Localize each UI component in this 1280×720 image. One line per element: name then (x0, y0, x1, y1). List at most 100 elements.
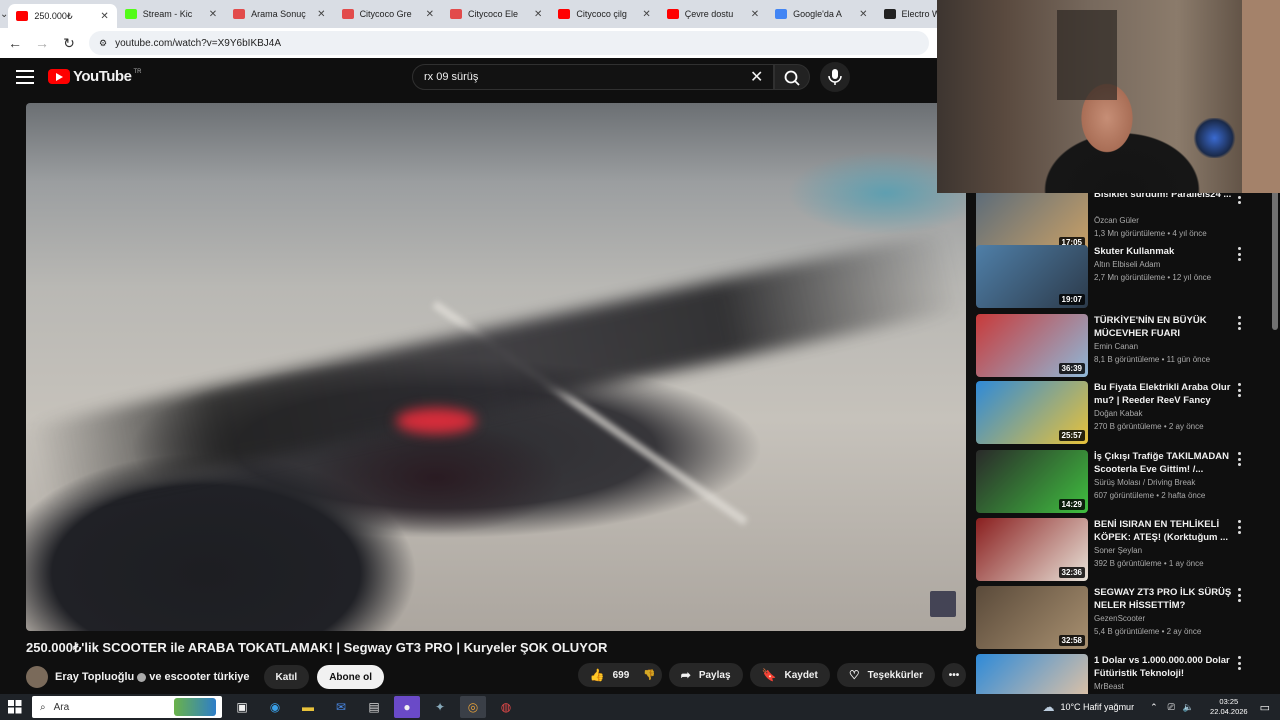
more-actions-button[interactable]: ••• (942, 663, 966, 687)
tab-close-icon[interactable]: ✕ (534, 9, 542, 20)
recommendation-channel[interactable]: Doğan Kabak (1094, 409, 1142, 418)
recommendation-item[interactable]: 19:07 Skuter Kullanmak Altın Elbiseli Adam… (970, 245, 1260, 309)
browser-tab[interactable]: Arama Sonuç ✕ (225, 2, 333, 26)
more-vertical-icon[interactable] (1236, 520, 1242, 534)
search-button[interactable] (774, 64, 810, 90)
recommendation-title[interactable]: TÜRKİYE'NİN EN BÜYÜK MÜCEVHER FUARI (1094, 314, 1234, 340)
scrollbar[interactable] (1272, 190, 1278, 330)
like-button[interactable]: 👍 699 👎 (577, 663, 662, 687)
thumbs-down-icon[interactable]: 👎 (643, 670, 655, 681)
voice-search-button[interactable] (820, 62, 850, 92)
recommendation-channel[interactable]: Özcan Güler (1094, 216, 1139, 225)
recommendation-title[interactable]: Bu Fiyata Elektrikli Araba Olur mu? | Re… (1094, 381, 1234, 407)
address-bar[interactable]: ⚙ youtube.com/watch?v=X9Y6bIKBJ4A (89, 31, 929, 55)
taskbar-search[interactable]: ⌕ Ara (32, 696, 222, 718)
video-thumbnail[interactable]: 32:58 (976, 586, 1088, 649)
recommendation-channel[interactable]: Soner Şeylan (1094, 546, 1142, 555)
channel-watermark[interactable] (930, 591, 956, 617)
chrome-icon[interactable]: ◎ (460, 696, 486, 718)
tab-close-icon[interactable]: ✕ (209, 9, 217, 20)
start-button[interactable] (0, 694, 30, 720)
tab-title: Stream - Kic (142, 9, 193, 19)
tab-close-icon[interactable]: ✕ (751, 9, 759, 20)
join-button[interactable]: Katıl (263, 665, 310, 689)
reload-icon[interactable]: ↻ (57, 35, 81, 52)
browser-tab[interactable]: Citycoco çilg ✕ (550, 2, 658, 26)
video-thumbnail[interactable]: 25:57 (976, 381, 1088, 444)
recommendation-channel[interactable]: MrBeast (1094, 682, 1124, 691)
tab-close-icon[interactable]: ✕ (317, 9, 325, 20)
tab-close-icon[interactable]: ✕ (859, 9, 867, 20)
recommendation-channel[interactable]: Emin Canan (1094, 342, 1138, 351)
tab-title: 250.000₺ (34, 10, 73, 21)
more-vertical-icon[interactable] (1236, 656, 1242, 670)
recommendation-item[interactable]: 32:36 BENİ ISIRAN EN TEHLİKELİ KÖPEK: ATE… (970, 518, 1260, 582)
more-vertical-icon[interactable] (1236, 383, 1242, 397)
browser-tab[interactable]: 250.000₺ ✕ (8, 4, 117, 28)
browser-tab[interactable]: Citycoco Gre ✕ (334, 2, 442, 26)
recommendation-title[interactable]: Skuter Kullanmak (1094, 245, 1234, 258)
weather-text[interactable]: 10°C Hafif yağmur (1060, 702, 1134, 712)
recommendation-item[interactable]: 14:29 İş Çıkışı Trafiğe TAKILMADAN Scoote… (970, 450, 1260, 514)
save-button[interactable]: 🔖 Kaydet (749, 663, 830, 687)
recommendation-channel[interactable]: Altın Elbiseli Adam (1094, 260, 1160, 269)
edge-icon[interactable]: ◉ (262, 696, 288, 718)
video-thumbnail[interactable]: 36:39 (976, 314, 1088, 377)
recommendation-title[interactable]: SEGWAY ZT3 PRO İLK SÜRÜŞ NELER HİSSETTİM… (1094, 586, 1234, 612)
video-thumbnail[interactable]: 19:07 (976, 245, 1088, 308)
tab-close-icon[interactable]: ✕ (426, 9, 434, 20)
browser-toolbar: ← → ↻ ⚙ youtube.com/watch?v=X9Y6bIKBJ4A (0, 28, 937, 58)
browser-tab[interactable]: Google'da A ✕ (767, 2, 875, 26)
recommendation-item[interactable]: 36:39 TÜRKİYE'NİN EN BÜYÜK MÜCEVHER FUARI… (970, 314, 1260, 378)
network-icon[interactable]: ⎚ (1168, 702, 1175, 713)
thanks-button[interactable]: ♡ Teşekkürler (836, 663, 935, 687)
channel-name[interactable]: Eray Topluoğlu (55, 671, 134, 683)
clock[interactable]: 03:25 22.04.2026 (1210, 697, 1248, 717)
recommendation-item[interactable]: 17:05 Bisiklet sürdüm! Parallels24 ... Özc… (970, 188, 1260, 252)
chevron-up-icon[interactable]: ⌃ (1150, 702, 1158, 713)
recommendation-title[interactable]: İş Çıkışı Trafiğe TAKILMADAN Scooterla E… (1094, 450, 1234, 476)
subscribe-button[interactable]: Abone ol (317, 665, 384, 689)
browser-tab[interactable]: Electro Wind✕ (876, 2, 937, 26)
store-icon[interactable]: ▤ (361, 696, 387, 718)
channel-avatar[interactable] (26, 666, 48, 688)
search-input[interactable]: rx 09 sürüş (412, 64, 774, 90)
more-vertical-icon[interactable] (1236, 452, 1242, 466)
browser-tab[interactable]: Stream - Kic ✕ (117, 2, 225, 26)
recommendation-item[interactable]: 32:58 SEGWAY ZT3 PRO İLK SÜRÜŞ NELER HİSS… (970, 586, 1260, 650)
more-vertical-icon[interactable] (1236, 588, 1242, 602)
recommendation-title[interactable]: 1 Dolar vs 1.000.000.000 Dolar Fütüristi… (1094, 654, 1234, 680)
video-thumbnail[interactable]: 17:05 (976, 188, 1088, 251)
tab-search-chevron-icon[interactable]: ⌄ (0, 0, 8, 28)
thanks-label: Teşekkürler (867, 669, 923, 681)
task-view-icon[interactable]: ▣ (229, 696, 255, 718)
recommendation-item[interactable]: 25:57 Bu Fiyata Elektrikli Araba Olur mu?… (970, 381, 1260, 445)
obs-icon[interactable]: ◍ (493, 696, 519, 718)
menu-hamburger-icon[interactable] (16, 70, 34, 84)
settings-app-icon[interactable]: ✦ (427, 696, 453, 718)
more-vertical-icon[interactable] (1236, 316, 1242, 330)
clear-search-icon[interactable]: ✕ (750, 67, 763, 87)
more-vertical-icon[interactable] (1236, 247, 1242, 261)
mail-icon[interactable]: ✉ (328, 696, 354, 718)
notification-icon[interactable]: ▭ (1260, 701, 1270, 714)
recommendation-title[interactable]: BENİ ISIRAN EN TEHLİKELİ KÖPEK: ATEŞ! (K… (1094, 518, 1234, 544)
video-thumbnail[interactable]: 32:36 (976, 518, 1088, 581)
tab-close-icon[interactable]: ✕ (100, 11, 108, 22)
video-thumbnail[interactable]: 14:29 (976, 450, 1088, 513)
recommendation-channel[interactable]: Sürüş Molası / Driving Break (1094, 478, 1195, 487)
youtube-logo[interactable]: YouTube TR (48, 68, 141, 85)
recommendation-channel[interactable]: GezenScooter (1094, 614, 1145, 623)
site-info-icon[interactable]: ⚙ (99, 38, 107, 49)
back-arrow-icon[interactable]: ← (3, 35, 27, 51)
forward-arrow-icon[interactable]: → (30, 35, 54, 51)
tab-close-icon[interactable]: ✕ (642, 9, 650, 20)
file-explorer-icon[interactable]: ▬ (295, 696, 321, 718)
collab-channel-name[interactable]: ve escooter türkiye (149, 671, 249, 683)
streaming-app-icon[interactable]: ● (394, 696, 420, 718)
share-button[interactable]: ➦ Paylaş (668, 663, 743, 687)
speaker-icon[interactable]: 🔈 (1183, 702, 1194, 713)
browser-tab[interactable]: Çevre dostu ✕ (659, 2, 767, 26)
browser-tab[interactable]: Citycoco Ele ✕ (442, 2, 550, 26)
video-player[interactable] (26, 103, 966, 631)
